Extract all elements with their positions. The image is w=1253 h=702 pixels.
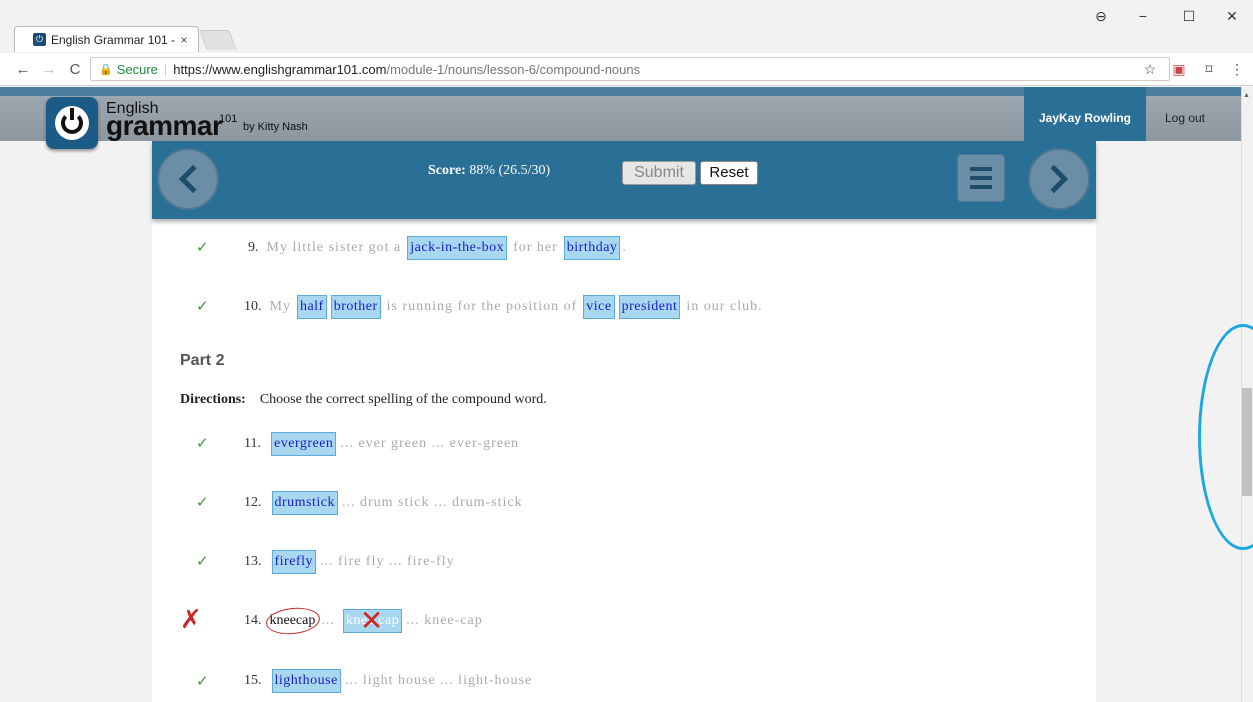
question-number: 9. — [248, 240, 259, 255]
url-host: https://www.englishgrammar101.com — [173, 61, 387, 77]
sentence-text: My — [269, 299, 291, 314]
new-tab-button[interactable] — [199, 30, 237, 50]
tab-title: English Grammar 101 - N — [51, 32, 176, 47]
question-10: 10. My half brother is running for the p… — [244, 295, 763, 319]
question-number: 11. — [244, 436, 261, 451]
sentence-text: . — [622, 240, 627, 255]
sentence-text: in our club. — [686, 299, 763, 314]
reset-button[interactable]: Reset — [700, 161, 758, 185]
next-page-button[interactable] — [1028, 148, 1090, 210]
question-number: 14. — [244, 613, 262, 628]
question-12: 12. drumstick ... drum stick ... drum-st… — [244, 491, 523, 515]
cross-out-icon: ✕ — [359, 604, 384, 637]
question-number: 13. — [244, 554, 262, 569]
user-account-button[interactable]: JayKay Rowling — [1024, 87, 1146, 141]
annotation-circle — [1198, 324, 1253, 550]
question-number: 10. — [244, 299, 262, 314]
answer-options-other[interactable]: ... fire fly ... fire-fly — [320, 554, 455, 570]
wrong-x-icon: ✗ — [180, 604, 202, 634]
chevron-right-icon — [1039, 164, 1069, 194]
answer-options-other[interactable]: ... drum stick ... drum-stick — [342, 495, 523, 511]
question-13: 13. firefly ... fire fly ... fire-fly — [244, 550, 455, 574]
cast-extension-icon[interactable]: ⌑ — [1200, 61, 1218, 78]
selected-word[interactable]: vice — [583, 295, 615, 319]
question-number: 12. — [244, 495, 262, 510]
tab-close-icon[interactable]: × — [176, 33, 192, 47]
answer-options-other[interactable]: ... ever green ... ever-green — [340, 436, 519, 452]
question-number: 15. — [244, 673, 262, 688]
answer-option-selected[interactable]: drumstick — [271, 491, 338, 515]
submit-button[interactable]: Submit — [622, 161, 696, 185]
directions-label: Directions: — [180, 392, 246, 407]
address-bar[interactable]: 🔒 Secure | https://www.englishgrammar101… — [90, 57, 1170, 81]
answer-option-selected-wrong[interactable]: knee cap ✕ — [342, 604, 403, 637]
lock-icon: 🔒 — [99, 63, 113, 76]
correct-answer-circled[interactable]: kneecap — [270, 613, 316, 629]
logo-byline: by Kitty Nash — [243, 121, 308, 133]
selected-word[interactable]: president — [618, 295, 681, 319]
forward-icon[interactable]: → — [40, 61, 58, 78]
previous-page-button[interactable] — [157, 148, 219, 210]
site-favicon-icon: ⏻ — [33, 33, 46, 46]
sentence-text: is running for the position of — [386, 299, 578, 314]
question-15: 15. lighthouse ... light house ... light… — [244, 669, 532, 693]
secure-label: Secure — [116, 61, 158, 77]
question-9: 9. My little sister got a jack-in-the-bo… — [248, 236, 627, 260]
sentence-text: for her — [513, 240, 558, 255]
correct-check-icon: ✓ — [196, 298, 209, 315]
answer-option-selected[interactable]: lighthouse — [271, 669, 341, 693]
answer-options-other[interactable]: ... light house ... light-house — [345, 673, 532, 689]
profile-icon[interactable]: ⊖ — [1091, 8, 1111, 25]
bookmark-star-icon[interactable]: ☆ — [1141, 61, 1159, 78]
answer-options-other[interactable]: ... knee-cap — [406, 613, 483, 629]
correct-check-icon: ✓ — [196, 494, 209, 511]
url-path: /module-1/nouns/lesson-6/compound-nouns — [386, 61, 641, 77]
reload-icon[interactable]: C — [66, 61, 84, 78]
url-separator: | — [163, 61, 168, 77]
selected-word[interactable]: birthday — [563, 236, 621, 260]
answer-option-separator: ... — [321, 613, 335, 628]
score-display: Score: 88% (26.5/30) — [428, 163, 550, 179]
question-14: 14. kneecap ... knee cap ✕ ... knee-cap — [244, 604, 483, 637]
score-label: Score: — [428, 163, 466, 178]
browser-chrome: ⏻ English Grammar 101 - N × ⊖ − ☐ ✕ ← → … — [0, 0, 1253, 86]
sentence-text: My little sister got a — [266, 240, 402, 255]
maximize-icon[interactable]: ☐ — [1179, 8, 1199, 25]
selected-word[interactable]: jack-in-the-box — [407, 236, 508, 260]
logout-button[interactable]: Log out — [1146, 87, 1224, 141]
correct-check-icon: ✓ — [196, 673, 209, 690]
question-11: 11. evergreen ... ever green ... ever-gr… — [244, 432, 519, 456]
part-2-title: Part 2 — [180, 352, 225, 369]
directions: Directions: Choose the correct spelling o… — [180, 392, 547, 408]
hamburger-menu-icon[interactable] — [957, 154, 1005, 202]
tab-strip: ⏻ English Grammar 101 - N × ⊖ − ☐ ✕ — [0, 0, 1253, 52]
close-window-icon[interactable]: ✕ — [1222, 8, 1242, 25]
correct-check-icon: ✓ — [196, 435, 209, 452]
correct-check-icon: ✓ — [196, 239, 209, 256]
selected-word[interactable]: brother — [330, 295, 381, 319]
power-logo-icon[interactable] — [46, 97, 98, 149]
back-icon[interactable]: ← — [14, 61, 32, 78]
pdf-extension-icon[interactable]: ▣ — [1170, 61, 1188, 78]
selected-word[interactable]: half — [296, 295, 327, 319]
score-bar: Score: 88% (26.5/30) Submit Reset — [152, 141, 1096, 219]
correct-check-icon: ✓ — [196, 553, 209, 570]
directions-text: Choose the correct spelling of the compo… — [259, 392, 547, 407]
answer-option-selected[interactable]: evergreen — [270, 432, 337, 456]
minimize-icon[interactable]: − — [1133, 8, 1153, 24]
logo-text-grammar: grammar — [106, 110, 223, 141]
answer-option-selected[interactable]: firefly — [271, 550, 316, 574]
scroll-up-arrow-icon[interactable]: ▲ — [1243, 92, 1250, 99]
chevron-left-icon — [178, 164, 208, 194]
more-menu-icon[interactable]: ⋮ — [1228, 61, 1246, 78]
browser-tab[interactable]: ⏻ English Grammar 101 - N × — [14, 26, 199, 52]
browser-toolbar: ← → C 🔒 Secure | https://www.englishgram… — [0, 53, 1253, 86]
score-value: 88% (26.5/30) — [469, 163, 551, 178]
logo-text-101: 101 — [219, 113, 238, 125]
